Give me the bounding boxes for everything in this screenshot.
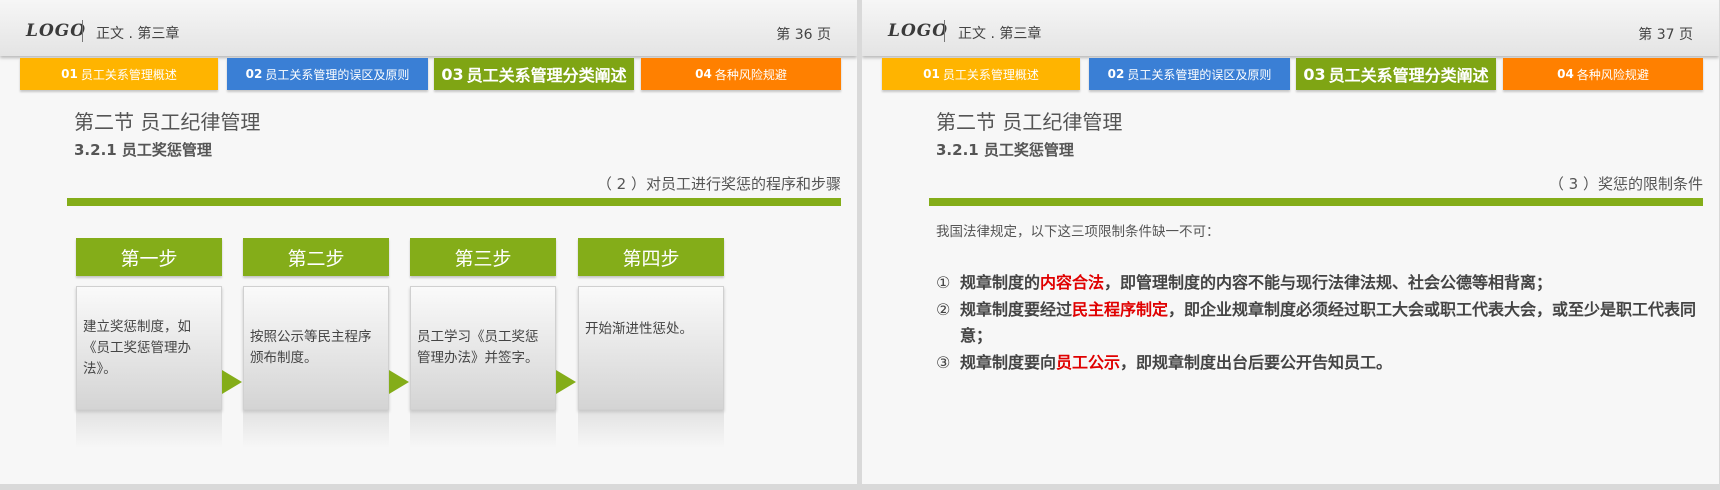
tab-number: 03 (1303, 64, 1326, 84)
rule-text: 规章制度要向 (960, 353, 1057, 372)
arrow-right-icon (556, 370, 576, 394)
tab-label: 员工关系管理的误区及原则 (265, 67, 410, 82)
step-reflection (410, 410, 556, 448)
list-item: ① 规章制度的内容合法，即管理制度的内容不能与现行法律法规、社会公德等相背离； (936, 270, 1706, 296)
step-reflection (578, 410, 724, 448)
chapter-label: 正文 . 第三章 (96, 26, 180, 42)
tab-label: 各种风险规避 (714, 67, 787, 82)
tab-classification[interactable]: 03 员工关系管理分类阐述 (434, 58, 634, 90)
section-title: 第二节 员工纪律管理 (936, 110, 1123, 134)
rule-text: 规章制度要经过 (960, 300, 1073, 319)
tab-number: 04 (695, 67, 712, 81)
list-number: ① (936, 273, 951, 292)
chapter-tabs: 01 员工关系管理概述 02 员工关系管理的误区及原则 03 员工关系管理分类阐述 0… (20, 58, 842, 91)
tab-label: 员工关系管理分类阐述 (1328, 66, 1489, 85)
tab-overview[interactable]: 01 员工关系管理概述 (882, 58, 1080, 90)
header-divider (944, 20, 945, 42)
header-divider (82, 20, 83, 42)
slide-37: LOGO 正文 . 第三章 第 37 页 01 员工关系管理概述 02 员工关系管理… (862, 0, 1719, 484)
accent-bar (67, 198, 841, 206)
tab-number: 01 (923, 67, 940, 81)
list-item: ② 规章制度要经过民主程序制定，即企业规章制度必须经过职工大会或职工代表大会，或至… (936, 297, 1706, 349)
chapter-tabs: 01 员工关系管理概述 02 员工关系管理的误区及原则 03 员工关系管理分类阐述 0… (882, 58, 1704, 91)
rule-list: ① 规章制度的内容合法，即管理制度的内容不能与现行法律法规、社会公德等相背离； ②… (936, 270, 1706, 377)
slide-36: LOGO 正文 . 第三章 第 36 页 01 员工关系管理概述 02 员工关系管理… (0, 0, 857, 484)
arrow-right-icon (389, 370, 409, 394)
section-title: 第二节 员工纪律管理 (74, 110, 261, 134)
step-4-title: 第四步 (578, 238, 724, 276)
tab-number: 02 (245, 67, 263, 81)
arrow-right-icon (222, 370, 242, 394)
tab-label: 员工关系管理概述 (80, 67, 177, 82)
rule-highlight: 内容合法 (1040, 273, 1105, 292)
rule-highlight: 员工公示 (1056, 353, 1121, 372)
tab-misconceptions[interactable]: 02 员工关系管理的误区及原则 (227, 58, 428, 90)
list-number: ③ (936, 353, 951, 372)
step-reflection (243, 410, 389, 448)
step-4-text: 开始渐进性惩处。 (578, 286, 724, 410)
accent-bar (929, 198, 1703, 206)
step-2-title: 第二步 (243, 238, 389, 276)
rule-text: 规章制度的 (960, 273, 1041, 292)
tab-label: 各种风险规避 (1576, 67, 1649, 82)
step-3-title: 第三步 (410, 238, 556, 276)
step-reflection (76, 410, 222, 448)
tab-number: 02 (1107, 67, 1125, 81)
intro-text: 我国法律规定，以下这三项限制条件缺一不可： (936, 224, 1220, 240)
tab-risks[interactable]: 04 各种风险规避 (641, 58, 841, 90)
tab-label: 员工关系管理分类阐述 (466, 66, 627, 85)
step-3-text: 员工学习《员工奖惩管理办法》并签字。 (410, 286, 556, 410)
slide-header: LOGO 正文 . 第三章 第 36 页 (0, 0, 857, 56)
tab-classification[interactable]: 03 员工关系管理分类阐述 (1296, 58, 1496, 90)
logo: LOGO (26, 21, 87, 41)
topic-heading: （ 3 ）奖惩的限制条件 (1548, 175, 1703, 193)
step-1-title: 第一步 (76, 238, 222, 276)
tab-number: 03 (441, 64, 464, 84)
tab-overview[interactable]: 01 员工关系管理概述 (20, 58, 218, 90)
tab-misconceptions[interactable]: 02 员工关系管理的误区及原则 (1089, 58, 1290, 90)
page-number: 第 37 页 (1638, 27, 1693, 43)
list-item: ③ 规章制度要向员工公示，即规章制度出台后要公开告知员工。 (936, 350, 1706, 376)
rule-highlight: 民主程序制定 (1072, 300, 1169, 319)
tab-label: 员工关系管理的误区及原则 (1127, 67, 1272, 82)
topic-heading: （ 2 ）对员工进行奖惩的程序和步骤 (596, 175, 841, 193)
rule-text: ，即规章制度出台后要公开告知员工。 (1120, 353, 1393, 372)
tab-risks[interactable]: 04 各种风险规避 (1503, 58, 1703, 90)
logo: LOGO (888, 21, 949, 41)
tab-label: 员工关系管理概述 (942, 67, 1039, 82)
chapter-label: 正文 . 第三章 (958, 26, 1042, 42)
slide-header: LOGO 正文 . 第三章 第 37 页 (862, 0, 1719, 56)
tab-number: 04 (1557, 67, 1574, 81)
list-number: ② (936, 300, 951, 319)
step-1-text: 建立奖惩制度，如《员工奖惩管理办法》。 (76, 286, 222, 410)
rule-text: ，即管理制度的内容不能与现行法律法规、社会公德等相背离； (1104, 273, 1553, 292)
step-2-text: 按照公示等民主程序颁布制度。 (243, 286, 389, 410)
sub-title: 3.2.1 员工奖惩管理 (74, 141, 212, 159)
tab-number: 01 (61, 67, 78, 81)
sub-title: 3.2.1 员工奖惩管理 (936, 141, 1074, 159)
page-number: 第 36 页 (776, 27, 831, 43)
